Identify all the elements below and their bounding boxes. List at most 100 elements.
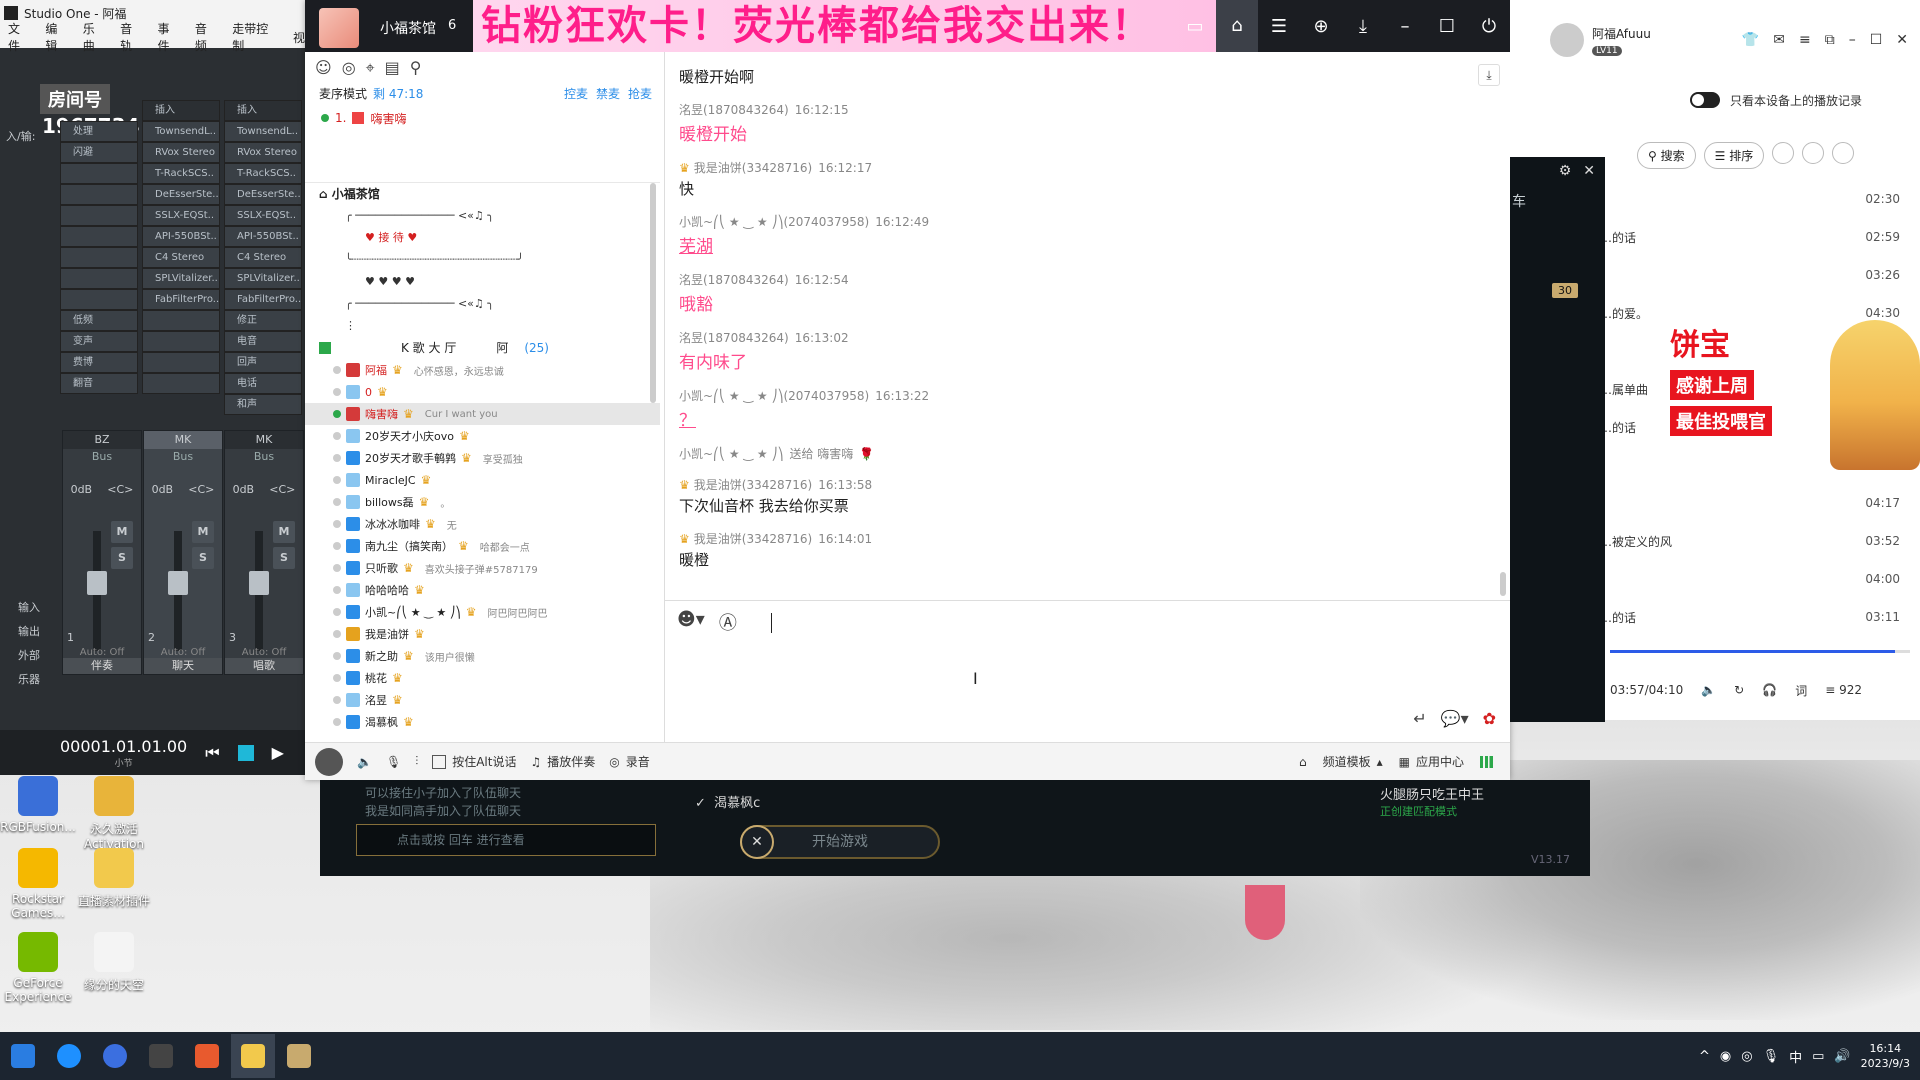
play-accompaniment[interactable]: ♫ 播放伴奏	[530, 753, 595, 770]
tray-steam-icon[interactable]: ◎	[1741, 1049, 1752, 1064]
tray-expand-icon[interactable]: ^	[1699, 1049, 1710, 1064]
mixer-icon[interactable]: ⫶	[415, 754, 418, 769]
taskbar-yy[interactable]	[231, 1034, 275, 1078]
shirt-icon[interactable]: 👕	[1742, 32, 1759, 48]
close-icon[interactable]: ✕	[1583, 163, 1595, 179]
user-list-item[interactable]: MiracleJC ♛	[305, 469, 660, 491]
insert-slot-b[interactable]: TownsendL..	[224, 121, 302, 142]
playlist-icon[interactable]: ≡ 922	[1825, 683, 1862, 697]
user-list-item[interactable]: 嗨害嗨 ♛ Cur I want you	[305, 403, 660, 425]
menu-edit[interactable]: 编辑	[45, 20, 68, 54]
message-user[interactable]: 我是油饼(33428716)	[694, 478, 812, 492]
user-icon[interactable]	[1832, 142, 1855, 164]
user-tree-scrollbar[interactable]	[650, 183, 656, 403]
stop-icon[interactable]	[237, 744, 254, 761]
insert-slot-a[interactable]: DeEsserSte..	[142, 184, 220, 205]
menu-track[interactable]: 音轨	[120, 20, 143, 54]
insert-slot-a[interactable]: T-RackSCS..	[142, 163, 220, 184]
chat-input-area[interactable]: ☻▾ Ⓐ I ↵ 💬▾ ✿	[665, 600, 1510, 742]
lobby-member-check[interactable]: ✓ 渴慕枫c	[695, 792, 760, 811]
message-user[interactable]: 洺昱(1870843264)	[679, 331, 789, 345]
insert-slot-b[interactable]: 电音	[224, 331, 302, 352]
message-user[interactable]: 小凯~⎛⎝ ★ ‿ ★ ⎠⎞(2074037958)	[679, 215, 869, 229]
channel-automation[interactable]: Auto: Off	[144, 647, 222, 658]
insert-slot-left[interactable]: 处理	[60, 121, 138, 142]
playback-progress[interactable]	[1610, 650, 1910, 653]
ime-indicator[interactable]: 中	[1789, 1047, 1802, 1066]
insert-slot-b[interactable]: API-550BSt..	[224, 226, 302, 247]
maximize-icon[interactable]: ☐	[1426, 16, 1468, 37]
message-user[interactable]: 我是油饼(33428716)	[694, 532, 812, 546]
minimize-icon[interactable]: –	[1849, 32, 1856, 48]
fader-knob[interactable]	[249, 571, 269, 595]
user-list-item[interactable]: 南九尘（搞笑南） ♛ 哈都会一点	[305, 535, 660, 557]
insert-slot-a[interactable]: SSLX-EQSt..	[142, 205, 220, 226]
local-only-toggle[interactable]: 只看本设备上的播放记录	[1690, 92, 1862, 109]
channel-template-button[interactable]: 频道模板 ▴	[1323, 753, 1383, 770]
desktop-icon-text-file[interactable]: 缘分的天空	[76, 932, 152, 993]
message-user[interactable]: 我是油饼(33428716)	[694, 161, 812, 175]
music-history-row[interactable]: 02:30	[1600, 180, 1900, 218]
insert-slot-b[interactable]: 修正	[224, 310, 302, 331]
insert-slot-left[interactable]: 闪避	[60, 142, 138, 163]
user-list-item[interactable]: 冰冰冰咖啡 ♛ 无	[305, 513, 660, 535]
insert-slot-left[interactable]: 低频	[60, 310, 138, 331]
flower-icon[interactable]: ✿	[1483, 709, 1496, 728]
headset-icon[interactable]: ◎	[342, 58, 356, 77]
menu-file[interactable]: 文件	[8, 20, 31, 54]
music-history-row[interactable]: …的话 02:59	[1600, 218, 1900, 256]
k-song-hall[interactable]: K 歌 大 厅 阿 (25)	[305, 337, 660, 359]
record-button[interactable]: ◎ 录音	[609, 753, 650, 770]
close-icon[interactable]: ✕	[740, 825, 774, 859]
side-instrument-button[interactable]: 乐器	[18, 668, 40, 692]
user-list-item[interactable]: 新之助 ♛ 该用户很懒	[305, 645, 660, 667]
insert-slot-a[interactable]	[142, 352, 220, 373]
menu-icon[interactable]: ≡	[1799, 32, 1811, 48]
solo-button[interactable]: S	[192, 547, 214, 569]
start-button[interactable]	[1, 1034, 45, 1078]
mode-selector[interactable]: 麦序模式	[319, 85, 367, 102]
list-icon[interactable]: ☰	[1258, 16, 1300, 37]
user-list-item[interactable]: 只听歌 ♛ 喜欢头接子弹#5787179	[305, 557, 660, 579]
channel-automation[interactable]: Auto: Off	[225, 647, 303, 658]
play-icon[interactable]: ▶	[272, 743, 284, 762]
minimize-icon[interactable]: –	[1384, 16, 1426, 37]
insert-slot-b[interactable]: 回声	[224, 352, 302, 373]
channel-avatar[interactable]	[319, 8, 359, 48]
user-list-item[interactable]: 哈哈哈哈 ♛	[305, 579, 660, 601]
taskbar-app-red[interactable]	[185, 1034, 229, 1078]
deco-hearts[interactable]: ♥ ♥ ♥ ♥	[305, 271, 660, 293]
user-list-item[interactable]: 小凯~⎛⎝ ★ ‿ ★ ⎠⎞ ♛ 阿巴阿巴阿巴	[305, 601, 660, 623]
music-user-avatar[interactable]	[1550, 23, 1584, 57]
user-list-item[interactable]: 渴慕枫 ♛	[305, 711, 660, 733]
music-history-row[interactable]: 04:00	[1600, 560, 1900, 598]
message-user[interactable]: 小凯~⎛⎝ ★ ‿ ★ ⎠⎞(2074037958)	[679, 389, 869, 403]
taskbar-clock[interactable]: 16:14 2023/9/3	[1861, 1041, 1910, 1071]
insert-slot-left[interactable]	[60, 289, 138, 310]
menu-view[interactable]: 视	[293, 29, 305, 46]
insert-slot-a[interactable]	[142, 331, 220, 352]
ban-mic-button[interactable]: 禁麦	[596, 85, 620, 102]
my-avatar[interactable]	[315, 747, 343, 776]
music-history-row[interactable]: …被定义的风 03:52	[1600, 522, 1900, 560]
insert-slot-b[interactable]: RVox Stereo	[224, 142, 302, 163]
control-mic-button[interactable]: 控麦	[564, 85, 588, 102]
lyrics-icon[interactable]: 词	[1795, 682, 1807, 699]
insert-slot-a[interactable]: RVox Stereo	[142, 142, 220, 163]
insert-slot-b[interactable]: SSLX-EQSt..	[224, 205, 302, 226]
repeat-icon[interactable]: ↻	[1734, 683, 1744, 697]
side-output-button[interactable]: 输出	[18, 620, 40, 644]
user-list-item[interactable]: billows磊 ♛ 。	[305, 491, 660, 513]
channel-pan[interactable]: <C>	[107, 483, 133, 496]
solo-button[interactable]: S	[273, 547, 295, 569]
insert-slot-a[interactable]	[142, 373, 220, 394]
user-list-item[interactable]: 我是油饼 ♛	[305, 623, 660, 645]
location-icon[interactable]: ⌖	[366, 58, 375, 77]
insert-slot-left[interactable]	[60, 184, 138, 205]
insert-slot-left[interactable]	[60, 163, 138, 184]
taskbar-studio-one[interactable]	[139, 1034, 183, 1078]
chat-scrollbar[interactable]	[1500, 572, 1506, 596]
insert-slot-a[interactable]: FabFilterPro..	[142, 289, 220, 310]
insert-slot-left[interactable]	[60, 226, 138, 247]
font-style-icon[interactable]: Ⓐ	[719, 609, 737, 635]
